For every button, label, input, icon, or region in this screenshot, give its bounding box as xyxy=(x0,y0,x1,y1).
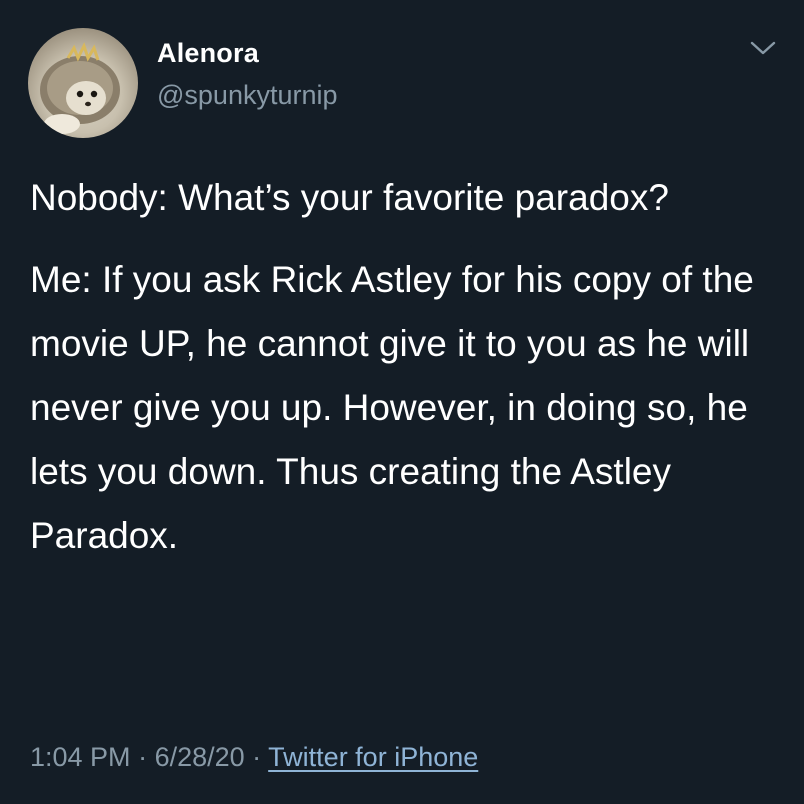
tweet-date: 6/28/20 xyxy=(154,742,245,772)
tweet-source-link[interactable]: Twitter for iPhone xyxy=(268,742,478,772)
tweet-time: 1:04 PM xyxy=(30,742,131,772)
chevron-down-icon[interactable] xyxy=(748,38,778,58)
meta-separator: · xyxy=(244,742,269,772)
meta-separator: · xyxy=(130,742,155,772)
hedgehog-avatar-icon xyxy=(40,42,120,134)
user-handle[interactable]: @spunkyturnip xyxy=(157,80,338,111)
tweet-text: Nobody: What’s your favorite paradox? Me… xyxy=(30,166,770,568)
tweet-paragraph: Nobody: What’s your favorite paradox? xyxy=(30,177,669,218)
tweet-paragraph: Me: If you ask Rick Astley for his copy … xyxy=(30,259,754,556)
tweet-card: Alenora @spunkyturnip Nobody: What’s you… xyxy=(0,0,804,804)
tweet-meta: 1:04 PM · 6/28/20 · Twitter for iPhone xyxy=(30,742,478,773)
user-display-name[interactable]: Alenora xyxy=(157,38,259,69)
avatar[interactable] xyxy=(28,28,138,138)
